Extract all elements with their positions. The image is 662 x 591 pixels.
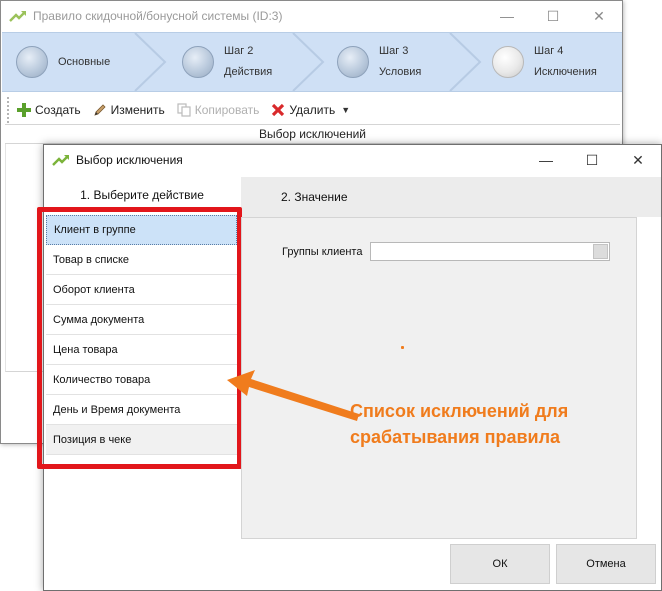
step-label: Основные (58, 55, 111, 68)
wizard-steps: Основные Шаг 2 Действия Шаг 3 Условия Ша… (2, 32, 622, 92)
step-label: Действия (224, 66, 273, 78)
callout-arrow-icon (227, 370, 359, 421)
red-highlight-frame (37, 207, 242, 469)
step-number: Шаг 4 (534, 45, 564, 57)
client-groups-label: Группы клиента (282, 246, 363, 258)
maximize-icon: ☐ (585, 151, 599, 168)
ok-button[interactable]: ОК (450, 544, 550, 584)
edit-button[interactable]: Изменить (93, 103, 165, 117)
exceptions-grid-header: Выбор исключений (5, 124, 620, 144)
client-groups-input[interactable] (370, 242, 610, 261)
toolbar: Создать Изменить Копировать Удалить ▼ (7, 97, 350, 123)
step-label: Исключения (534, 66, 597, 78)
plus-icon (17, 103, 31, 117)
exception-dialog: Выбор исключения — ☐ ✕ 1. Выберите дейст… (37, 144, 662, 591)
delete-button-label: Удалить (289, 103, 336, 117)
close-icon: ✕ (593, 7, 605, 24)
step-number: Шаг 3 (379, 45, 409, 57)
trend-arrow-icon (52, 155, 69, 166)
step-conditions[interactable]: Шаг 3 Условия (337, 33, 421, 91)
maximize-button[interactable]: ☐ (530, 1, 576, 31)
step-exceptions[interactable]: Шаг 4 Исключения (492, 33, 597, 91)
minimize-icon: — (539, 152, 553, 168)
ellipsis-button[interactable] (593, 244, 608, 259)
step-circle-icon (182, 46, 214, 78)
create-button-label: Создать (35, 103, 81, 117)
step-actions[interactable]: Шаг 2 Действия (182, 33, 272, 91)
callout-line-1: Список исключений для (350, 401, 569, 421)
value-header: 2. Значение (241, 177, 661, 217)
edit-button-label: Изменить (110, 103, 165, 117)
toolbar-overflow-icon[interactable]: ▼ (341, 105, 350, 115)
step-label: Условия (379, 66, 422, 78)
copy-button-label: Копировать (194, 103, 260, 117)
callout-line-2: срабатывания правила (350, 427, 561, 447)
step-circle-icon (337, 46, 369, 78)
pencil-icon (93, 104, 106, 116)
delete-button[interactable]: Удалить (271, 103, 335, 117)
dialog-title: Выбор исключения (76, 153, 183, 167)
cancel-button[interactable]: Отмена (556, 544, 656, 584)
step-number: Шаг 2 (224, 45, 254, 57)
step-circle-icon (492, 46, 524, 78)
orange-dot (401, 346, 404, 349)
rule-window-title: Правило скидочной/бонусной системы (ID:3… (33, 9, 283, 23)
create-button[interactable]: Создать (17, 103, 81, 117)
step-circle-icon (16, 46, 48, 78)
dialog-titlebar: Выбор исключения — ☐ ✕ (44, 145, 661, 175)
copy-button[interactable]: Копировать (177, 103, 260, 117)
copy-icon (177, 103, 191, 117)
delete-x-icon (272, 103, 285, 117)
minimize-icon: — (500, 8, 514, 24)
dialog-minimize-button[interactable]: — (523, 145, 569, 175)
step-basic[interactable]: Основные (16, 33, 110, 91)
minimize-button[interactable]: — (484, 1, 530, 31)
close-button[interactable]: ✕ (576, 1, 622, 31)
dialog-maximize-button[interactable]: ☐ (569, 145, 615, 175)
callout-text: Список исключений для срабатывания прави… (350, 398, 630, 450)
rule-window-titlebar: Правило скидочной/бонусной системы (ID:3… (1, 1, 622, 31)
trend-arrow-icon (9, 11, 26, 22)
dialog-close-button[interactable]: ✕ (615, 145, 661, 175)
close-icon: ✕ (632, 151, 644, 168)
maximize-icon: ☐ (546, 7, 560, 24)
